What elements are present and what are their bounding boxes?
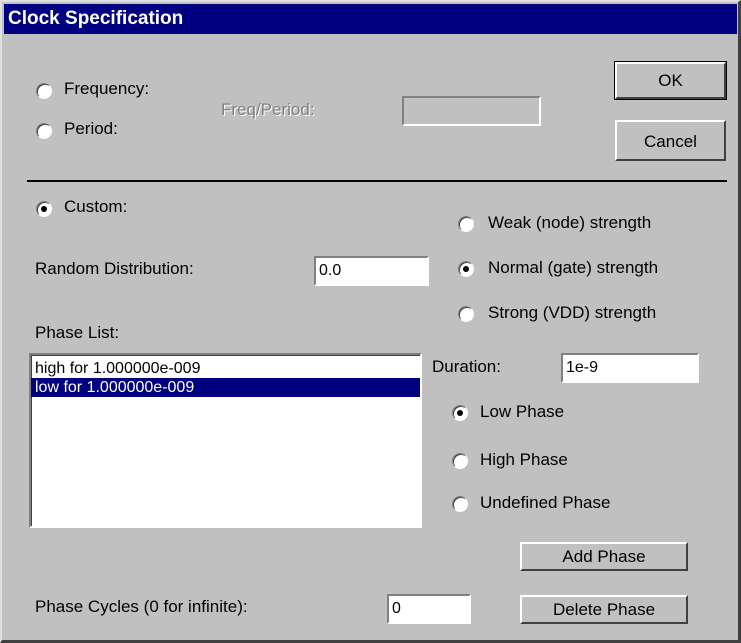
phase-list-label: Phase List:: [35, 323, 120, 342]
freq-period-label: Freq/Period:: [221, 100, 315, 119]
high-phase-radio[interactable]: [452, 453, 468, 469]
ok-button[interactable]: OK: [614, 61, 727, 100]
duration-input[interactable]: [561, 353, 699, 383]
dialog-title: Clock Specification: [4, 4, 737, 34]
list-item[interactable]: low for 1.000000e-009: [31, 378, 420, 397]
cancel-button[interactable]: Cancel: [615, 120, 726, 161]
custom-label: Custom:: [64, 197, 128, 216]
undefined-phase-radio[interactable]: [452, 496, 468, 512]
delete-phase-button[interactable]: Delete Phase: [520, 595, 688, 624]
strong-strength-label: Strong (VDD) strength: [488, 303, 657, 322]
phase-cycles-input[interactable]: [387, 594, 471, 624]
frequency-label: Frequency:: [64, 79, 150, 98]
duration-label: Duration:: [432, 357, 501, 376]
frequency-radio[interactable]: [36, 83, 52, 99]
period-label: Period:: [64, 119, 118, 138]
clock-specification-dialog: Clock Specification Frequency: Period: F…: [0, 0, 741, 643]
freq-period-input[interactable]: [402, 96, 541, 126]
undefined-phase-label: Undefined Phase: [480, 493, 611, 512]
period-radio[interactable]: [36, 123, 52, 139]
random-distribution-input[interactable]: [314, 256, 429, 286]
phase-cycles-label: Phase Cycles (0 for infinite):: [35, 597, 248, 616]
low-phase-radio[interactable]: [452, 405, 468, 421]
add-phase-button[interactable]: Add Phase: [520, 542, 688, 571]
weak-strength-label: Weak (node) strength: [488, 213, 652, 232]
custom-radio[interactable]: [36, 201, 52, 217]
normal-strength-radio[interactable]: [458, 261, 474, 277]
separator: [27, 180, 727, 182]
random-distribution-label: Random Distribution:: [35, 259, 194, 278]
strong-strength-radio[interactable]: [458, 306, 474, 322]
normal-strength-label: Normal (gate) strength: [488, 258, 659, 277]
list-item[interactable]: high for 1.000000e-009: [31, 359, 420, 378]
high-phase-label: High Phase: [480, 450, 568, 469]
low-phase-label: Low Phase: [480, 402, 565, 421]
phase-list[interactable]: high for 1.000000e-009 low for 1.000000e…: [29, 353, 422, 528]
weak-strength-radio[interactable]: [458, 216, 474, 232]
